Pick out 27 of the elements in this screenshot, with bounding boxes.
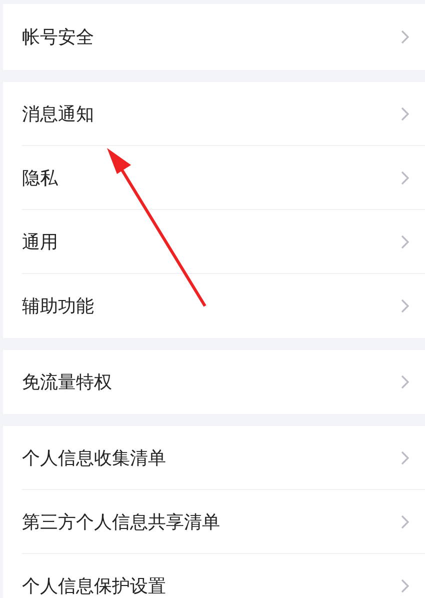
chevron-icon	[401, 235, 409, 249]
row-label: 免流量特权	[22, 371, 113, 394]
chevron-icon	[401, 299, 409, 313]
row-label: 隐私	[22, 167, 59, 190]
chevron-icon	[401, 451, 409, 465]
chevron-icon	[401, 579, 409, 593]
row-label: 消息通知	[22, 103, 95, 126]
settings-row[interactable]: 通用	[3, 210, 425, 274]
row-label: 第三方个人信息共享清单	[22, 511, 221, 534]
row-label: 个人信息收集清单	[22, 447, 167, 470]
chevron-icon	[401, 515, 409, 529]
settings-row[interactable]: 帐号安全	[3, 4, 425, 70]
settings-row[interactable]: 辅助功能	[3, 274, 425, 338]
settings-row[interactable]: 第三方个人信息共享清单	[3, 490, 425, 554]
chevron-icon	[401, 375, 409, 389]
settings-row[interactable]: 个人信息保护设置	[3, 554, 425, 598]
chevron-icon	[401, 107, 409, 121]
settings-row[interactable]: 隐私	[3, 146, 425, 210]
settings-row[interactable]: 免流量特权	[3, 350, 425, 414]
settings-row[interactable]: 个人信息收集清单	[3, 426, 425, 490]
chevron-icon	[401, 171, 409, 185]
settings-row[interactable]: 消息通知	[3, 82, 425, 146]
row-label: 个人信息保护设置	[22, 575, 167, 598]
row-label: 辅助功能	[22, 295, 95, 318]
row-label: 通用	[22, 231, 59, 254]
row-label: 帐号安全	[22, 26, 95, 49]
chevron-icon	[401, 30, 409, 44]
